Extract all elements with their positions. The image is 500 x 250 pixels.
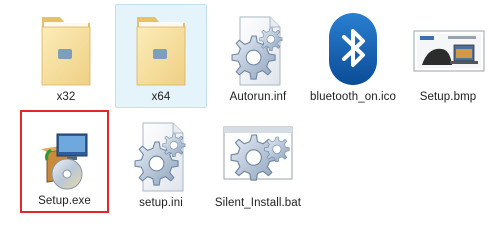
gear-document-icon — [218, 9, 298, 89]
file-name: x32 — [56, 91, 76, 103]
folder-icon — [26, 9, 106, 89]
file-item-autorun-inf[interactable]: Autorun.inf — [212, 4, 304, 108]
file-item-setup-ini[interactable]: setup.ini — [115, 110, 207, 214]
file-name: bluetooth_on.ico — [309, 91, 396, 103]
file-item-x32[interactable]: x32 — [20, 4, 112, 108]
file-item-setup-bmp[interactable]: Setup.bmp — [402, 4, 494, 108]
file-name: Autorun.inf — [229, 91, 287, 103]
file-item-silent-install-bat[interactable]: Silent_Install.bat — [210, 110, 306, 214]
file-name: Silent_Install.bat — [214, 197, 302, 209]
file-name: x64 — [151, 91, 171, 103]
gear-document-icon — [121, 115, 201, 195]
installer-icon — [25, 122, 105, 202]
image-thumbnail-icon — [408, 9, 488, 89]
file-item-setup-exe[interactable]: Setup.exe — [20, 110, 109, 213]
file-item-bluetooth-on-ico[interactable]: bluetooth_on.ico — [307, 4, 399, 108]
file-name: Setup.bmp — [419, 91, 477, 103]
folder-icon — [121, 9, 201, 89]
bluetooth-icon — [313, 9, 393, 89]
file-list: x32 x64 Autorun.inf bluetooth_on.ico Set… — [0, 0, 500, 250]
file-name: Setup.exe — [38, 195, 91, 207]
file-name: setup.ini — [139, 197, 183, 209]
file-item-x64[interactable]: x64 — [115, 4, 207, 108]
gear-window-icon — [218, 115, 298, 195]
